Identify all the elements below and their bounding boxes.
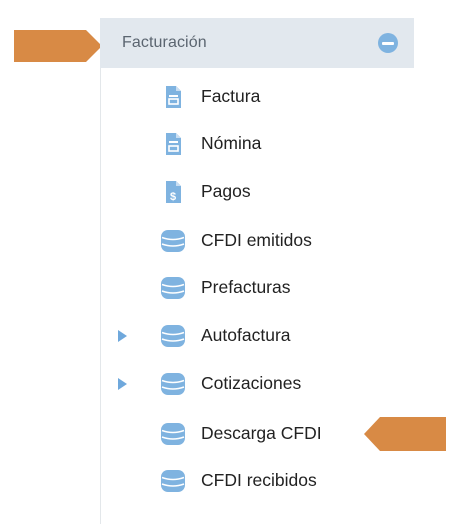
sidebar-border [100, 18, 101, 524]
menu-item-label: Prefacturas [201, 277, 291, 297]
payroll-document-icon [166, 133, 181, 155]
menu-item-cfdi-recibidos[interactable]: CFDI recibidos [108, 461, 408, 501]
minus-circle-icon[interactable] [378, 33, 398, 53]
menu-item-cfdi-emitidos[interactable]: CFDI emitidos [108, 221, 408, 261]
menu-item-autofactura[interactable]: Autofactura [108, 316, 408, 356]
expand-caret-icon[interactable] [116, 377, 128, 391]
menu-item-descarga-cfdi[interactable]: Descarga CFDI [108, 414, 408, 454]
menu-item-pagos[interactable]: $ Pagos [108, 172, 408, 212]
menu-item-label: CFDI recibidos [201, 470, 317, 490]
database-icon [161, 325, 185, 347]
menu-item-label: Cotizaciones [201, 373, 302, 393]
menu-item-label: Factura [201, 86, 261, 106]
section-title: Facturación [122, 34, 207, 51]
database-icon [161, 277, 185, 299]
menu-item-nomina[interactable]: Nómina [108, 124, 408, 164]
menu-item-cotizaciones[interactable]: Cotizaciones [108, 364, 408, 404]
database-icon [161, 423, 185, 445]
invoice-document-icon [166, 86, 181, 108]
expand-caret-icon[interactable] [116, 329, 128, 343]
database-icon [161, 230, 185, 252]
database-icon [161, 470, 185, 492]
menu-item-label: Pagos [201, 181, 251, 201]
section-header-facturacion[interactable]: Facturación [100, 18, 414, 68]
svg-text:$: $ [170, 191, 176, 203]
payment-document-icon: $ [166, 181, 181, 203]
menu-item-label: CFDI emitidos [201, 230, 312, 250]
menu-item-label: Nómina [201, 133, 262, 153]
database-icon [161, 373, 185, 395]
menu-item-label: Autofactura [201, 325, 291, 345]
menu-item-prefacturas[interactable]: Prefacturas [108, 268, 408, 308]
orange-pointer-arrow-right-icon [14, 30, 102, 62]
menu-item-label: Descarga CFDI [201, 423, 322, 443]
menu-item-factura[interactable]: Factura [108, 77, 408, 117]
